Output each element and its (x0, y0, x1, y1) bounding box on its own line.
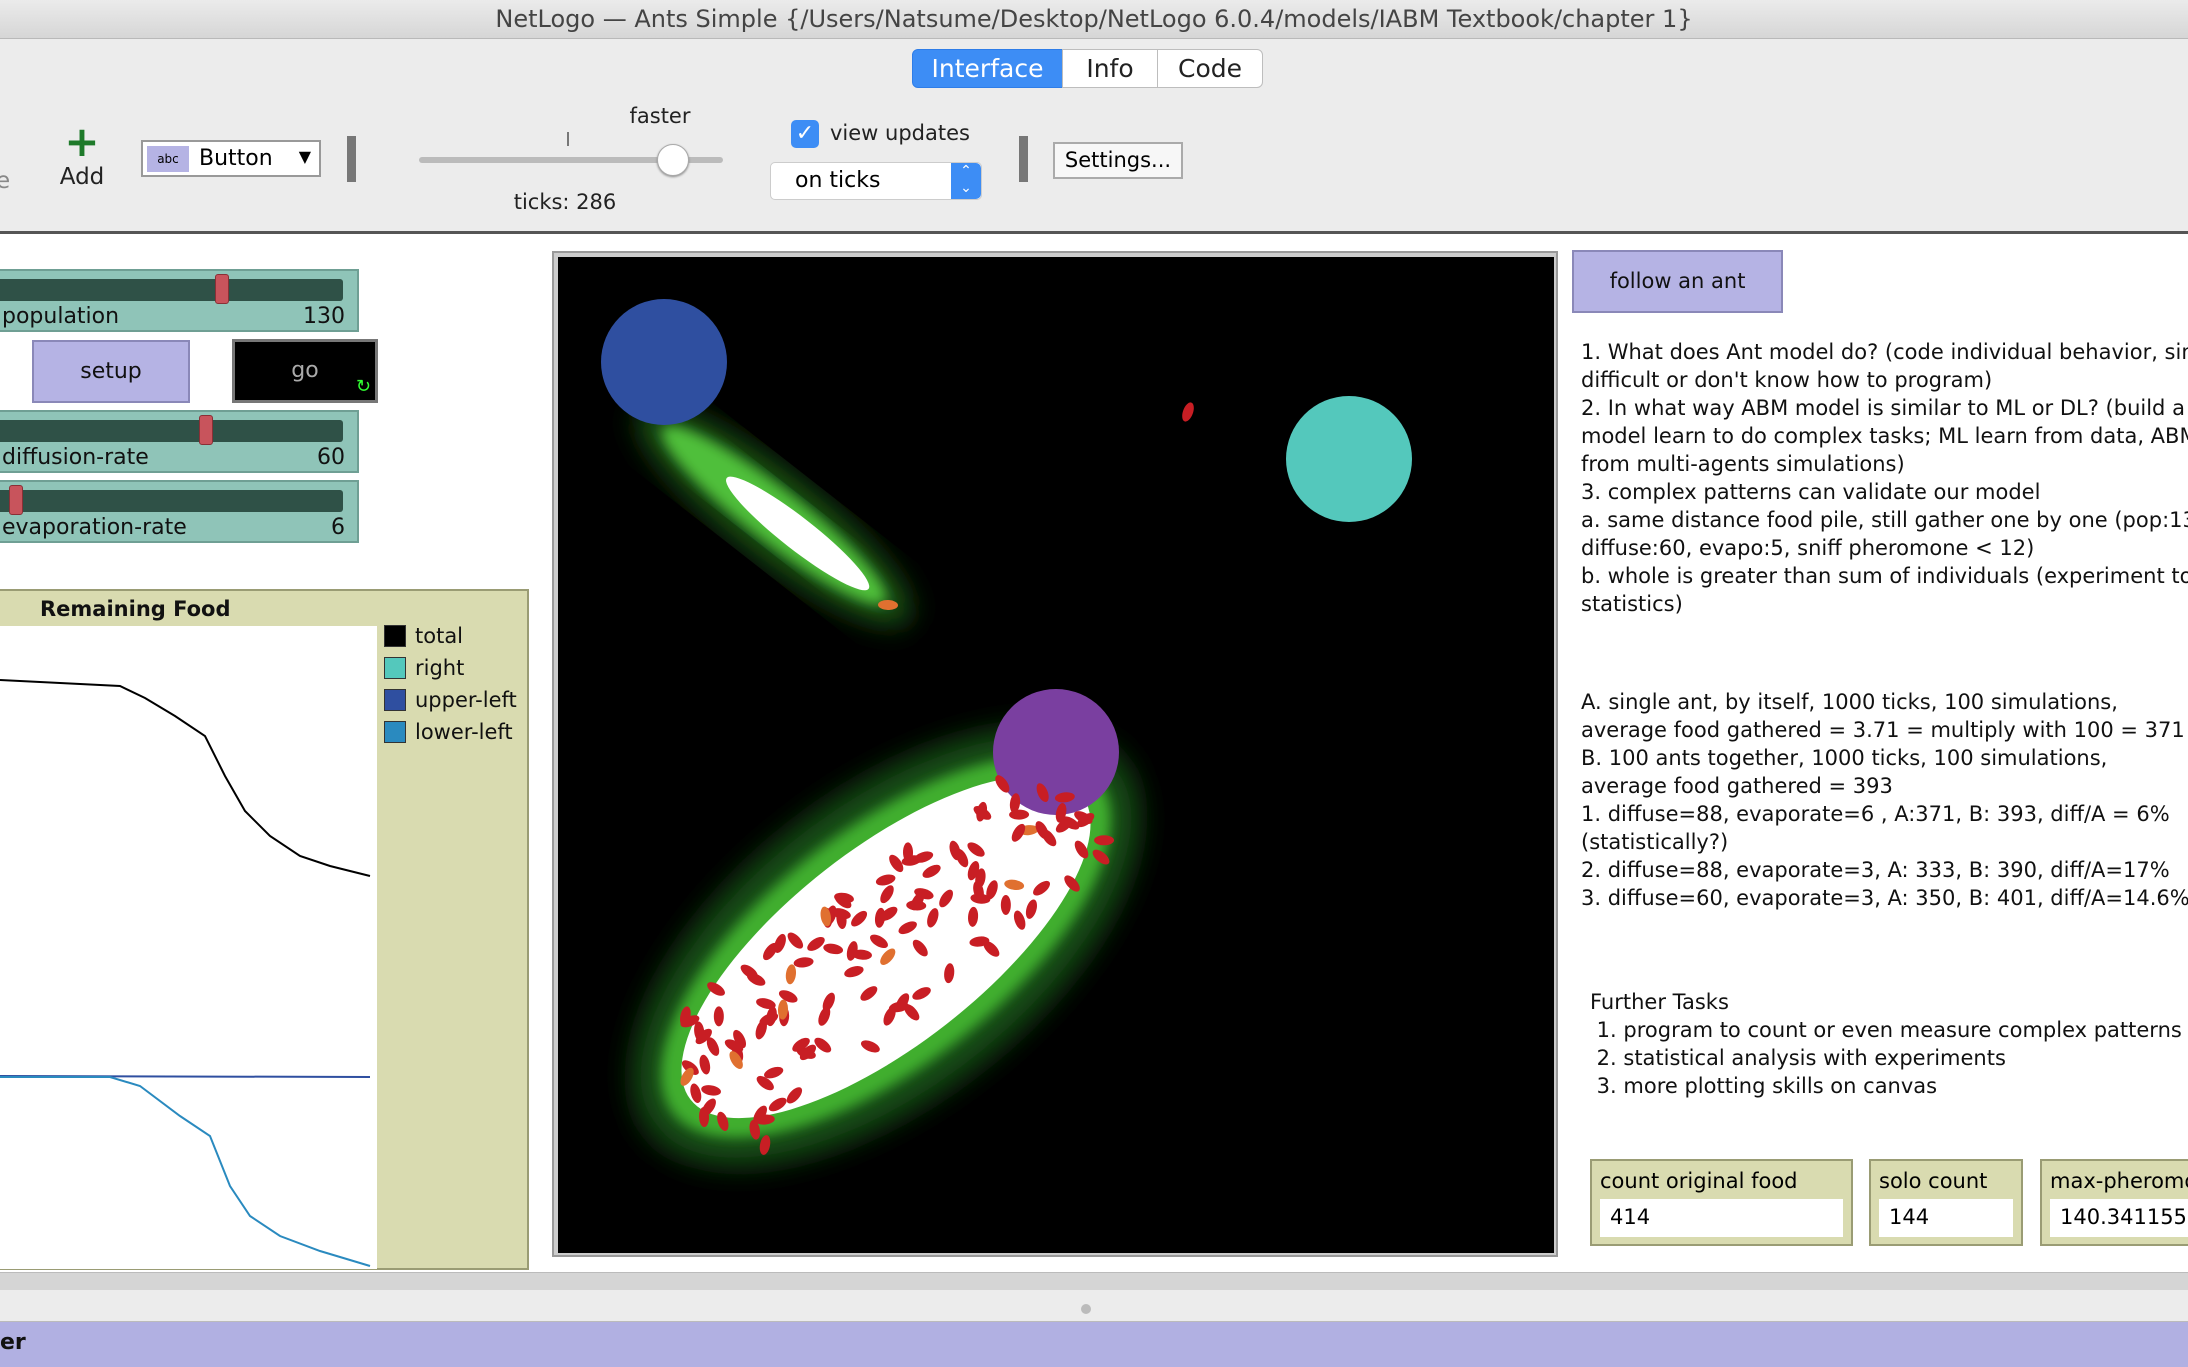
note-experiments: A. single ant, by itself, 1000 ticks, 10… (1581, 688, 2188, 912)
slider-value: 130 (303, 304, 345, 329)
toolbar-separator (347, 136, 356, 182)
monitor-count-original-food: count original food 414 (1590, 1159, 1853, 1246)
world-view[interactable] (552, 251, 1558, 1257)
note-line: 1. What does Ant model do? (code individ… (1581, 340, 2188, 364)
note-line: statistics) (1581, 592, 1683, 616)
forever-icon: ↻ (355, 376, 371, 397)
ant (1094, 835, 1115, 846)
follow-an-ant-button[interactable]: follow an ant (1572, 250, 1783, 313)
legend-item-upper-left: upper-left (384, 688, 517, 712)
note-line: b. whole is greater than sum of individu… (1581, 564, 2188, 588)
tab-info[interactable]: Info (1062, 49, 1158, 88)
note-line: Further Tasks (1590, 990, 1729, 1014)
note-line: 1. diffuse=88, evaporate=6 , A:371, B: 3… (1581, 802, 2170, 826)
slider-value: 60 (317, 445, 345, 470)
button-widget-icon: abc (147, 146, 189, 172)
slider-label: evaporation-rate (2, 515, 187, 540)
legend-item-lower-left: lower-left (384, 720, 513, 744)
note-line: model learn to do complex tasks; ML lear… (1581, 424, 2188, 448)
widget-type-value: Button (199, 146, 273, 171)
note-line: 2. diffuse=88, evaporate=3, A: 333, B: 3… (1581, 858, 2170, 882)
note-line: diffuse:60, evapo:5, sniff pheromone < 1… (1581, 536, 2035, 560)
speed-center-tick (567, 132, 569, 146)
note-line: B. 100 ants together, 1000 ticks, 100 si… (1581, 746, 2108, 770)
command-center-label: er (0, 1330, 26, 1355)
tab-code[interactable]: Code (1157, 49, 1263, 88)
slider-knob[interactable] (9, 485, 23, 515)
series-total (0, 679, 371, 877)
legend-item-right: right (384, 656, 464, 680)
note-line: 3. diffuse=60, evaporate=3, A: 350, B: 4… (1581, 886, 2188, 910)
evaporation-rate-slider[interactable]: evaporation-rate 6 (0, 480, 359, 543)
note-line: (statistically?) (1581, 830, 1729, 854)
tab-interface[interactable]: Interface (912, 49, 1063, 88)
add-label: Add (59, 164, 105, 190)
note-line: 2. In what way ABM model is similar to M… (1581, 396, 2185, 420)
monitor-solo-count: solo count 144 (1869, 1159, 2023, 1246)
note-line: from multi-agents simulations) (1581, 452, 1905, 476)
edit-button-partial[interactable]: e (0, 168, 10, 194)
plus-icon: + (64, 117, 100, 166)
add-button[interactable]: + Add (56, 117, 108, 194)
ticks-counter: ticks: 286 (513, 190, 617, 214)
view-updates-label: view updates (830, 121, 970, 145)
slider-knob[interactable] (215, 274, 229, 304)
note-line: difficult or don't know how to program) (1581, 368, 1993, 392)
dropdown-arrow-icon: ▼ (298, 147, 311, 166)
legend-item-total: total (384, 624, 463, 648)
ant (713, 1006, 724, 1027)
note-line: 3. complex patterns can validate our mod… (1581, 480, 2041, 504)
population-slider[interactable]: population 130 (0, 269, 359, 332)
speed-label: faster (629, 104, 691, 128)
splitter[interactable] (0, 1290, 2188, 1322)
note-line: average food gathered = 393 (1581, 774, 1893, 798)
note-further-tasks: Further Tasks 1. program to count or eve… (1590, 988, 2188, 1100)
setup-button[interactable]: setup (32, 340, 190, 403)
splitter-handle[interactable] (1081, 1304, 1091, 1314)
command-center-bar[interactable]: er (0, 1322, 2188, 1367)
note-line: 1. program to count or even measure comp… (1590, 1018, 2182, 1042)
series-lower-left (0, 1076, 371, 1267)
note-line: a. same distance food pile, still gather… (1581, 508, 2188, 532)
world-canvas[interactable] (558, 257, 1554, 1253)
toolbar-separator (1019, 136, 1028, 182)
window-title: NetLogo — Ants Simple {/Users/Natsume/De… (0, 0, 2188, 39)
widget-type-dropdown[interactable]: abc Button ▼ (141, 140, 321, 177)
plot-title: Remaining Food (40, 597, 231, 621)
note-questions: 1. What does Ant model do? (code individ… (1581, 338, 2188, 618)
settings-button[interactable]: Settings... (1053, 142, 1183, 179)
note-line: A. single ant, by itself, 1000 ticks, 10… (1581, 690, 2118, 714)
slider-value: 6 (331, 515, 345, 540)
slider-label: population (2, 304, 120, 329)
stepper-arrows-icon: ⌃ ⌄ (951, 163, 981, 199)
view-updates-checkbox[interactable]: ✓ (791, 120, 819, 148)
slider-label: diffusion-rate (2, 445, 149, 470)
go-button[interactable]: go ↻ (232, 339, 378, 403)
food-pile-upper-left (601, 299, 727, 425)
horizontal-scrollbar[interactable] (0, 1272, 2188, 1290)
go-label: go (291, 358, 319, 383)
update-mode-select[interactable]: on ticks ⌃ ⌄ (770, 162, 982, 200)
monitor-max-pheromone: max-pheromone140.341155 (2040, 1159, 2188, 1246)
food-pile-right (1286, 396, 1412, 522)
diffusion-rate-slider[interactable]: diffusion-rate 60 (0, 410, 359, 473)
plot-area (0, 626, 377, 1269)
update-mode-value: on ticks (795, 168, 881, 193)
note-line: 2. statistical analysis with experiments (1590, 1046, 2006, 1070)
speed-slider-knob[interactable] (657, 144, 689, 176)
note-line: average food gathered = 3.71 = multiply … (1581, 718, 2185, 742)
slider-knob[interactable] (199, 415, 213, 445)
ant (1000, 894, 1011, 915)
note-line: 3. more plotting skills on canvas (1590, 1074, 1938, 1098)
